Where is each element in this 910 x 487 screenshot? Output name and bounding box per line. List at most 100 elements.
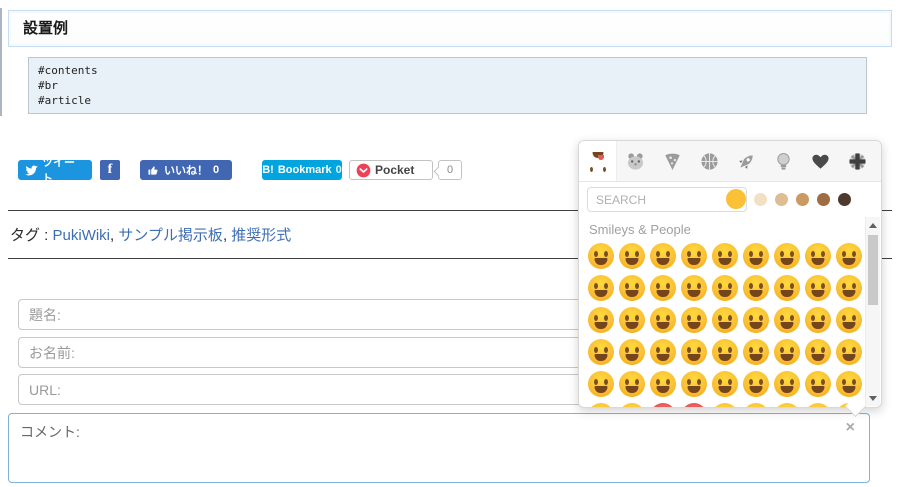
emoji-item[interactable] <box>585 272 616 304</box>
emoji-search-input[interactable] <box>587 187 747 212</box>
emoji-category-tab-flags[interactable] <box>839 141 876 181</box>
emoji-item[interactable] <box>585 400 616 407</box>
comment-box: × <box>8 413 870 483</box>
tweet-button[interactable]: ツイート <box>18 157 92 185</box>
facebook-f-icon: f <box>107 162 113 177</box>
skin-tone-1-selected[interactable] <box>726 189 746 209</box>
thumbs-up-icon <box>148 165 159 176</box>
emoji-item[interactable] <box>833 304 864 336</box>
emoji-item[interactable] <box>709 368 740 400</box>
emoji-item[interactable] <box>802 240 833 272</box>
skin-tone-3[interactable] <box>775 192 788 206</box>
emoji-item[interactable] <box>616 336 647 368</box>
emoji-item[interactable] <box>833 336 864 368</box>
emoji-category-tab-symbols[interactable] <box>802 141 839 181</box>
hatena-bookmark-count: 0 <box>335 164 342 176</box>
tag-separator: , <box>110 227 115 244</box>
skin-tone-2[interactable] <box>754 192 767 206</box>
pocket-count-bubble[interactable]: 0 <box>438 160 462 180</box>
emoji-item[interactable] <box>647 400 678 407</box>
emoji-item[interactable] <box>647 240 678 272</box>
emoji-item[interactable] <box>771 304 802 336</box>
emoji-item[interactable] <box>678 400 709 407</box>
emoji-item[interactable] <box>647 368 678 400</box>
emoji-item[interactable] <box>616 304 647 336</box>
emoji-item[interactable] <box>647 304 678 336</box>
emoji-category-tab-animals-nature[interactable] <box>617 141 654 181</box>
emoji-category-tab-smileys-people[interactable] <box>579 141 617 181</box>
pocket-button-label: Pocket <box>375 163 415 177</box>
emoji-item[interactable] <box>678 240 709 272</box>
heart-icon <box>811 152 830 170</box>
emoji-item[interactable] <box>740 400 771 407</box>
emoji-item[interactable] <box>678 336 709 368</box>
emoji-item[interactable] <box>678 368 709 400</box>
emoji-item[interactable] <box>771 368 802 400</box>
tag-link-pukiwiki[interactable]: PukiWiki <box>53 227 111 244</box>
emoji-item[interactable] <box>771 400 802 407</box>
emoji-face-icon <box>804 275 831 301</box>
emoji-category-tab-objects[interactable] <box>765 141 802 181</box>
skin-tone-5[interactable] <box>817 192 830 206</box>
comment-textarea[interactable] <box>9 414 869 482</box>
emoji-item[interactable] <box>771 272 802 304</box>
emoji-face-icon <box>711 275 738 301</box>
emoji-item[interactable] <box>709 304 740 336</box>
emoji-item[interactable] <box>833 240 864 272</box>
scroll-up-arrow-icon[interactable] <box>866 217 880 233</box>
emoji-item[interactable] <box>802 400 833 407</box>
emoji-item[interactable] <box>585 304 616 336</box>
emoji-item[interactable] <box>709 400 740 407</box>
emoji-item[interactable] <box>616 240 647 272</box>
emoji-item[interactable] <box>709 240 740 272</box>
emoji-item[interactable] <box>802 304 833 336</box>
emoji-item[interactable] <box>833 368 864 400</box>
emoji-item[interactable] <box>802 272 833 304</box>
emoji-item[interactable] <box>833 272 864 304</box>
scroll-down-arrow-icon[interactable] <box>866 390 880 406</box>
emoji-item[interactable] <box>585 368 616 400</box>
emoji-item[interactable] <box>802 368 833 400</box>
emoji-face-icon <box>587 339 614 365</box>
emoji-picker-close-icon[interactable]: × <box>846 420 855 436</box>
emoji-item[interactable] <box>616 272 647 304</box>
tag-link-sample-board[interactable]: サンプル掲示板 <box>118 227 223 244</box>
emoji-item[interactable] <box>802 336 833 368</box>
emoji-item[interactable] <box>647 336 678 368</box>
hatena-bookmark-button[interactable]: B! Bookmark 0 <box>262 160 342 180</box>
emoji-face-icon <box>711 339 738 365</box>
emoji-item[interactable] <box>585 240 616 272</box>
tag-link-recommended-format[interactable]: 推奨形式 <box>231 227 291 244</box>
emoji-item[interactable] <box>740 272 771 304</box>
emoji-item[interactable] <box>740 240 771 272</box>
emoji-item[interactable] <box>678 304 709 336</box>
emoji-list-scrollbar[interactable] <box>865 217 880 406</box>
emoji-face-icon <box>649 403 676 407</box>
tweet-button-label: ツイート <box>42 157 75 185</box>
emoji-item[interactable] <box>709 336 740 368</box>
emoji-item[interactable] <box>740 336 771 368</box>
emoji-face-icon <box>680 243 707 269</box>
emoji-item[interactable] <box>771 336 802 368</box>
emoji-item[interactable] <box>585 336 616 368</box>
emoji-item[interactable] <box>740 304 771 336</box>
facebook-share-button[interactable]: f <box>100 160 120 180</box>
emoji-item[interactable] <box>678 272 709 304</box>
emoji-category-tab-travel-places[interactable] <box>728 141 765 181</box>
facebook-like-button[interactable]: いいね！ 0 <box>140 160 232 180</box>
emoji-face-icon <box>587 243 614 269</box>
pizza-icon <box>663 152 682 171</box>
emoji-item[interactable] <box>771 240 802 272</box>
emoji-item[interactable] <box>616 368 647 400</box>
skin-tone-4[interactable] <box>796 192 809 206</box>
emoji-item[interactable] <box>740 368 771 400</box>
emoji-category-tab-food-drink[interactable] <box>654 141 691 181</box>
emoji-face-icon <box>649 339 676 365</box>
emoji-item[interactable] <box>616 400 647 407</box>
pocket-save-button[interactable]: Pocket <box>349 160 433 180</box>
skin-tone-6[interactable] <box>838 192 851 206</box>
scrollbar-thumb[interactable] <box>868 235 878 305</box>
emoji-item[interactable] <box>647 272 678 304</box>
emoji-category-tab-activity[interactable] <box>691 141 728 181</box>
emoji-item[interactable] <box>709 272 740 304</box>
